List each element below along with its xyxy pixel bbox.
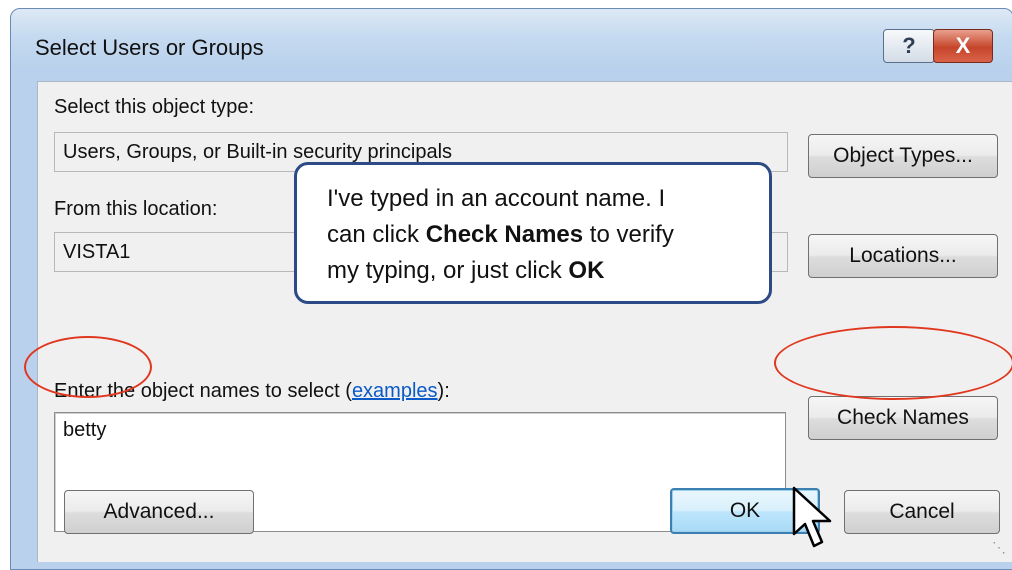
names-label-suffix: ): [437,380,450,402]
help-icon: ? [902,33,916,58]
object-names-value: betty [63,419,107,441]
window-title: Select Users or Groups [35,35,264,60]
close-button[interactable]: X [933,29,993,63]
dialog-client-area: Select this object type: Users, Groups, … [37,81,1012,562]
help-button[interactable]: ? [883,29,935,63]
locations-button[interactable]: Locations... [808,234,998,278]
callout-bubble: I've typed in an account name. I can cli… [294,162,772,304]
advanced-button[interactable]: Advanced... [64,490,254,534]
object-types-button[interactable]: Object Types... [808,134,998,178]
object-type-label: Select this object type: [54,96,255,118]
close-icon: X [955,33,971,58]
examples-link[interactable]: examples [352,380,438,402]
location-label: From this location: [54,198,218,220]
callout-line-1: I've typed in an account name. I [327,185,666,212]
highlight-oval-betty [24,336,152,398]
callout-line-3: my typing, or just click OK [327,257,605,284]
highlight-oval-check-names [774,326,1012,400]
callout-line-2: can click Check Names to verify [327,221,674,248]
check-names-button[interactable]: Check Names [808,396,998,440]
mouse-cursor-icon [792,486,832,548]
cancel-button[interactable]: Cancel [844,490,1000,534]
resize-grip-icon[interactable]: ⋱ [992,539,1006,556]
